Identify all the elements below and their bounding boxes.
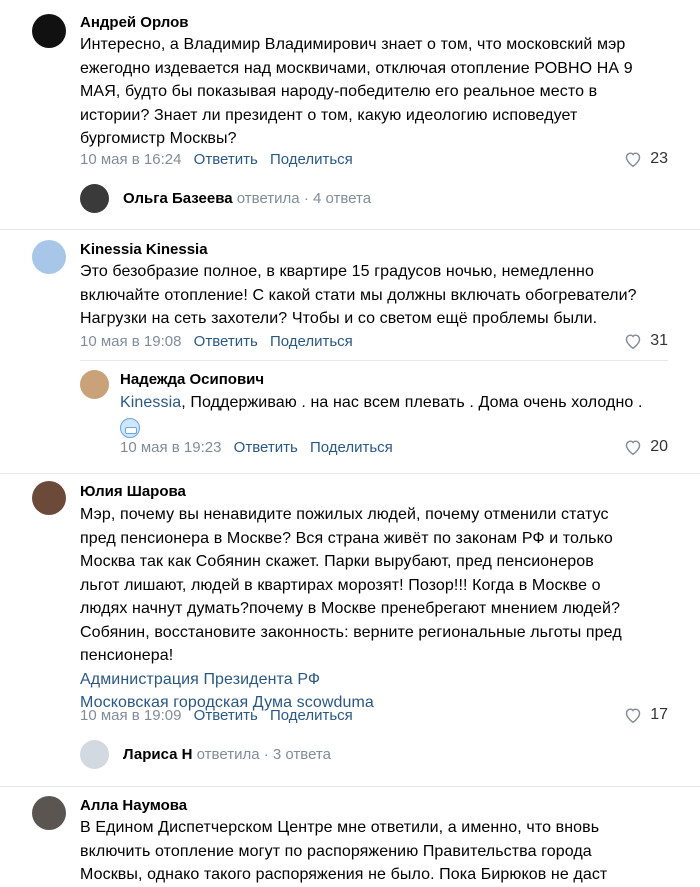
- separator: ·: [263, 746, 269, 763]
- comment-text-line: льгот лишают, людей в квартирах морозят!…: [80, 576, 601, 594]
- share-button[interactable]: Поделиться: [310, 439, 393, 456]
- reply-button[interactable]: Ответить: [194, 333, 258, 350]
- comment-text-line: [120, 415, 643, 443]
- avatar: [80, 184, 109, 213]
- comment-text-line: включить отопление могут по распоряжению…: [80, 842, 592, 860]
- comment-text-line: Это безобразие полное, в квартире 15 гра…: [80, 263, 594, 280]
- comment-date[interactable]: 10 мая в 19:08: [80, 333, 181, 350]
- like-count: 20: [650, 438, 668, 455]
- avatar[interactable]: [32, 14, 66, 48]
- comment-text-line: ежегодно издевается над москвичами, откл…: [80, 59, 633, 77]
- comment-author[interactable]: Юлия Шарова: [80, 483, 186, 500]
- comment-text-line: Интересно, а Владимир Владимирович знает…: [80, 36, 626, 53]
- reply-button[interactable]: Ответить: [194, 151, 258, 168]
- share-button[interactable]: Поделиться: [270, 151, 353, 168]
- comment-text: Kinessia, Поддерживаю . на нас всем плев…: [120, 391, 643, 442]
- heart-icon: [625, 152, 641, 167]
- avatar[interactable]: [80, 370, 109, 399]
- comment-author[interactable]: Алла Наумова: [80, 797, 187, 814]
- replies-thread[interactable]: Ольга Базеева ответила · 4 ответа: [80, 184, 371, 213]
- comment-date[interactable]: 10 мая в 19:23: [120, 439, 221, 456]
- comment-text-line: В Едином Диспетчерском Центре мне ответи…: [80, 819, 600, 836]
- reply-author: Ольга Базеева: [123, 190, 233, 207]
- comment-author[interactable]: Андрей Орлов: [80, 14, 188, 31]
- divider: [0, 229, 700, 230]
- comment-text-line: бургомистр Москвы?: [80, 130, 237, 147]
- comment-text-line: МАЯ, будто бы показывая народу-победител…: [80, 83, 598, 100]
- heart-icon: [625, 334, 641, 349]
- comment-date[interactable]: 10 мая в 16:24: [80, 151, 181, 168]
- heart-icon: [625, 440, 641, 455]
- reply-verb: ответила: [196, 746, 260, 763]
- like-button[interactable]: 20: [624, 438, 668, 456]
- comment-text-line: Москва так как Собянин скажет. Парки выр…: [80, 553, 594, 570]
- avatar[interactable]: [32, 481, 66, 515]
- comment-text-line: Москвы, однако такого распоряжения не бы…: [80, 866, 608, 883]
- comment-text-line: включайте отопление! С какой стати мы до…: [80, 286, 637, 304]
- comment-text-line: пред пенсионера в Москве? Вся страна жив…: [80, 529, 613, 547]
- comment-meta: 10 мая в 19:23 Ответить Поделиться: [120, 439, 401, 456]
- reply-count: 3 ответа: [272, 746, 331, 763]
- comment-text: Интересно, а Владимир Владимирович знает…: [80, 33, 633, 151]
- comment-text: Мэр, почему вы ненавидите пожилых людей,…: [80, 503, 622, 715]
- comment-author[interactable]: Надежда Осипович: [120, 371, 264, 388]
- divider: [0, 473, 700, 474]
- like-count: 31: [650, 332, 668, 349]
- reply-text: , Поддерживаю . на нас всем плевать . До…: [181, 394, 643, 411]
- mention-link[interactable]: Kinessia: [120, 394, 181, 411]
- reply-author: Лариса Н: [123, 746, 193, 763]
- heart-icon: [625, 708, 641, 723]
- avatar[interactable]: [32, 796, 66, 830]
- comment-date[interactable]: 10 мая в 19:09: [80, 707, 181, 724]
- comment-text-line: Собянин, восстановите законность: вернит…: [80, 623, 622, 641]
- share-button[interactable]: Поделиться: [270, 333, 353, 350]
- comment-text-line: пенсионера!: [80, 647, 174, 664]
- like-button[interactable]: 23: [624, 150, 668, 168]
- comment-text-line: истории? Знает ли президент о том, какую…: [80, 106, 578, 124]
- separator: ·: [303, 190, 309, 207]
- like-button[interactable]: 31: [624, 332, 668, 350]
- share-button[interactable]: Поделиться: [270, 707, 353, 724]
- like-count: 17: [650, 706, 668, 723]
- comment-meta: 10 мая в 19:09 Ответить Поделиться: [80, 707, 361, 724]
- divider: [80, 360, 668, 361]
- comment-author[interactable]: Kinessia Kinessia: [80, 241, 208, 258]
- divider: [0, 786, 700, 787]
- comment-text-line: Kinessia, Поддерживаю . на нас всем плев…: [120, 391, 643, 415]
- comment-meta: 10 мая в 16:24 Ответить Поделиться: [80, 151, 361, 168]
- reply-verb: ответила: [236, 190, 300, 207]
- comment-text-line: Мэр, почему вы ненавидите пожилых людей,…: [80, 506, 609, 523]
- comment-text-line: Нагрузки на сеть захотели? Чтобы и со св…: [80, 310, 598, 327]
- reply-button[interactable]: Ответить: [234, 439, 298, 456]
- cold-face-emoji-icon: [120, 417, 140, 438]
- reply-button[interactable]: Ответить: [194, 707, 258, 724]
- avatar: [80, 740, 109, 769]
- reply-count: 4 ответа: [312, 190, 372, 207]
- comment-text-line: людях начнут думать?почему в Москве прен…: [80, 600, 621, 617]
- like-count: 23: [650, 150, 668, 167]
- mention-link[interactable]: Администрация Президента РФ: [80, 668, 622, 692]
- comment-text: В Едином Диспетчерском Центре мне ответи…: [80, 816, 607, 887]
- comment-text: Это безобразие полное, в квартире 15 гра…: [80, 260, 637, 331]
- avatar[interactable]: [32, 240, 66, 274]
- replies-thread[interactable]: Лариса Н ответила · 3 ответа: [80, 740, 331, 769]
- comment-meta: 10 мая в 19:08 Ответить Поделиться: [80, 333, 361, 350]
- like-button[interactable]: 17: [624, 706, 668, 724]
